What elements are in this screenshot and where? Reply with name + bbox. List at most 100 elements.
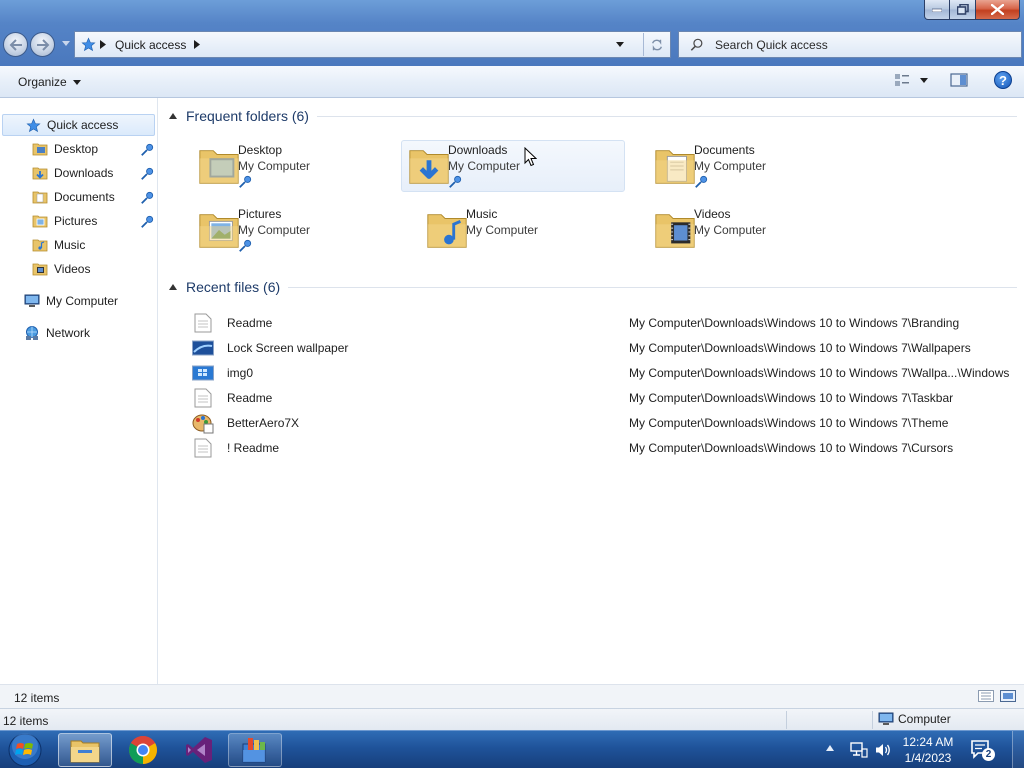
restore-icon	[956, 4, 969, 15]
change-view-icon[interactable]	[894, 72, 910, 88]
desktop-folder-icon	[32, 141, 48, 157]
address-bar[interactable]: Quick access	[74, 31, 671, 58]
taskbar-file-explorer[interactable]	[58, 733, 112, 767]
image-file-icon	[191, 362, 215, 384]
file-name: img0	[227, 365, 254, 380]
collapse-triangle-icon[interactable]	[169, 284, 177, 290]
quick-access-star-icon	[25, 117, 41, 133]
network-icon	[24, 325, 40, 341]
network-status-icon[interactable]	[850, 741, 868, 759]
nav-item-desktop[interactable]: Desktop	[32, 138, 98, 160]
breadcrumb-chevron-right-icon[interactable]	[194, 40, 200, 49]
pinned-icon[interactable]	[140, 191, 154, 205]
taskbar-archive-app[interactable]	[228, 733, 282, 767]
pinned-icon[interactable]	[140, 215, 154, 229]
pinned-icon	[449, 175, 462, 188]
folder-tile-documents[interactable]: Documents My Computer	[647, 140, 871, 192]
taskbar-chrome[interactable]	[116, 733, 170, 767]
nav-label: Desktop	[54, 142, 99, 156]
restore-button[interactable]	[950, 0, 976, 20]
recent-file-row[interactable]: Readme My Computer\Downloads\Windows 10 …	[191, 310, 1017, 335]
windows-start-orb-icon	[8, 733, 42, 767]
nav-quick-access[interactable]: Quick access	[2, 114, 155, 136]
group-divider	[288, 286, 1017, 288]
folder-tile-videos[interactable]: Videos My Computer	[647, 204, 871, 256]
recent-locations-chevron-down-icon[interactable]	[62, 41, 70, 46]
recent-file-row[interactable]: Readme My Computer\Downloads\Windows 10 …	[191, 385, 1017, 410]
notification-count-badge: 2	[982, 748, 995, 761]
preview-pane-icon[interactable]	[950, 72, 968, 88]
details-view-icon[interactable]	[978, 690, 994, 702]
start-button[interactable]	[4, 732, 46, 768]
group-title: Frequent folders (6)	[186, 108, 309, 124]
recent-file-row[interactable]: ! Readme My Computer\Downloads\Windows 1…	[191, 435, 1017, 460]
documents-folder-icon	[32, 189, 48, 205]
navigation-pane: Quick access Desktop Downloads Documents…	[0, 98, 158, 684]
navigation-buttons	[3, 32, 55, 57]
content-pane: Frequent folders (6) Desktop My Computer…	[159, 98, 1024, 684]
pinned-icon	[239, 239, 252, 252]
breadcrumb-quick-access[interactable]: Quick access	[115, 38, 186, 52]
theme-file-icon	[191, 412, 215, 434]
music-folder-icon	[427, 214, 467, 248]
show-hidden-icons-chevron-up-icon[interactable]	[826, 745, 834, 751]
recent-file-row[interactable]: BetterAero7X My Computer\Downloads\Windo…	[191, 410, 1017, 435]
folder-name: Pictures	[238, 207, 282, 221]
nav-my-computer[interactable]: My Computer	[24, 290, 118, 312]
pinned-icon[interactable]	[140, 143, 154, 157]
nav-item-documents[interactable]: Documents	[32, 186, 115, 208]
folder-tile-downloads[interactable]: Downloads My Computer	[401, 140, 625, 192]
organize-button[interactable]: Organize	[18, 75, 81, 89]
taskbar-visual-studio[interactable]	[172, 733, 226, 767]
file-name: BetterAero7X	[227, 415, 300, 430]
folder-name: Documents	[694, 143, 755, 157]
folder-tile-music[interactable]: Music My Computer	[419, 204, 643, 256]
recent-files-header[interactable]: Recent files (6)	[169, 279, 1017, 295]
nav-item-pictures[interactable]: Pictures	[32, 210, 97, 232]
frequent-folders-header[interactable]: Frequent folders (6)	[169, 108, 1017, 124]
folder-name: Desktop	[238, 143, 283, 157]
desktop-folder-icon	[199, 150, 239, 184]
nav-item-videos[interactable]: Videos	[32, 258, 90, 280]
show-desktop-button[interactable]	[1012, 731, 1024, 768]
nav-item-music[interactable]: Music	[32, 234, 85, 256]
nav-item-downloads[interactable]: Downloads	[32, 162, 113, 184]
visual-studio-icon	[186, 737, 212, 763]
breadcrumb-chevron-right-icon[interactable]	[100, 40, 106, 49]
folder-location: My Computer	[238, 159, 311, 173]
forward-arrow-icon	[36, 38, 49, 51]
folder-location: My Computer	[238, 223, 311, 237]
pinned-icon[interactable]	[140, 167, 154, 181]
search-box[interactable]	[678, 31, 1022, 58]
window-controls	[924, 0, 1020, 20]
folder-tile-desktop[interactable]: Desktop My Computer	[191, 140, 415, 192]
back-button[interactable]	[3, 32, 28, 57]
folder-location: My Computer	[694, 159, 767, 173]
search-input[interactable]	[715, 36, 1005, 54]
folder-location: My Computer	[448, 159, 521, 173]
volume-icon[interactable]	[874, 741, 892, 759]
address-history-chevron-down-icon[interactable]	[616, 42, 624, 47]
view-options-chevron-down-icon[interactable]	[920, 77, 928, 83]
refresh-button[interactable]	[643, 33, 670, 56]
help-icon[interactable]: ?	[994, 71, 1012, 89]
status-item-count: 12 items	[3, 714, 49, 728]
recent-file-row[interactable]: Lock Screen wallpaper My Computer\Downlo…	[191, 335, 1017, 360]
videos-folder-icon	[655, 214, 695, 248]
collapse-triangle-icon[interactable]	[169, 113, 177, 119]
forward-button[interactable]	[30, 32, 55, 57]
group-title: Recent files (6)	[186, 279, 281, 295]
quick-access-star-icon	[81, 37, 96, 52]
folder-tile-pictures[interactable]: Pictures My Computer	[191, 204, 415, 256]
status-zone: Computer	[878, 712, 951, 726]
recent-file-row[interactable]: img0 My Computer\Downloads\Windows 10 to…	[191, 360, 1017, 385]
large-icons-view-icon[interactable]	[1000, 690, 1016, 702]
item-count: 12 items	[14, 691, 60, 705]
nav-network[interactable]: Network	[24, 322, 90, 344]
minimize-button[interactable]	[924, 0, 950, 20]
clock[interactable]: 12:24 AM 1/4/2023	[898, 734, 958, 766]
close-button[interactable]	[976, 0, 1020, 20]
file-path: My Computer\Downloads\Windows 10 to Wind…	[629, 365, 1010, 380]
action-center-button[interactable]: 2	[970, 739, 995, 764]
videos-folder-icon	[32, 261, 48, 277]
